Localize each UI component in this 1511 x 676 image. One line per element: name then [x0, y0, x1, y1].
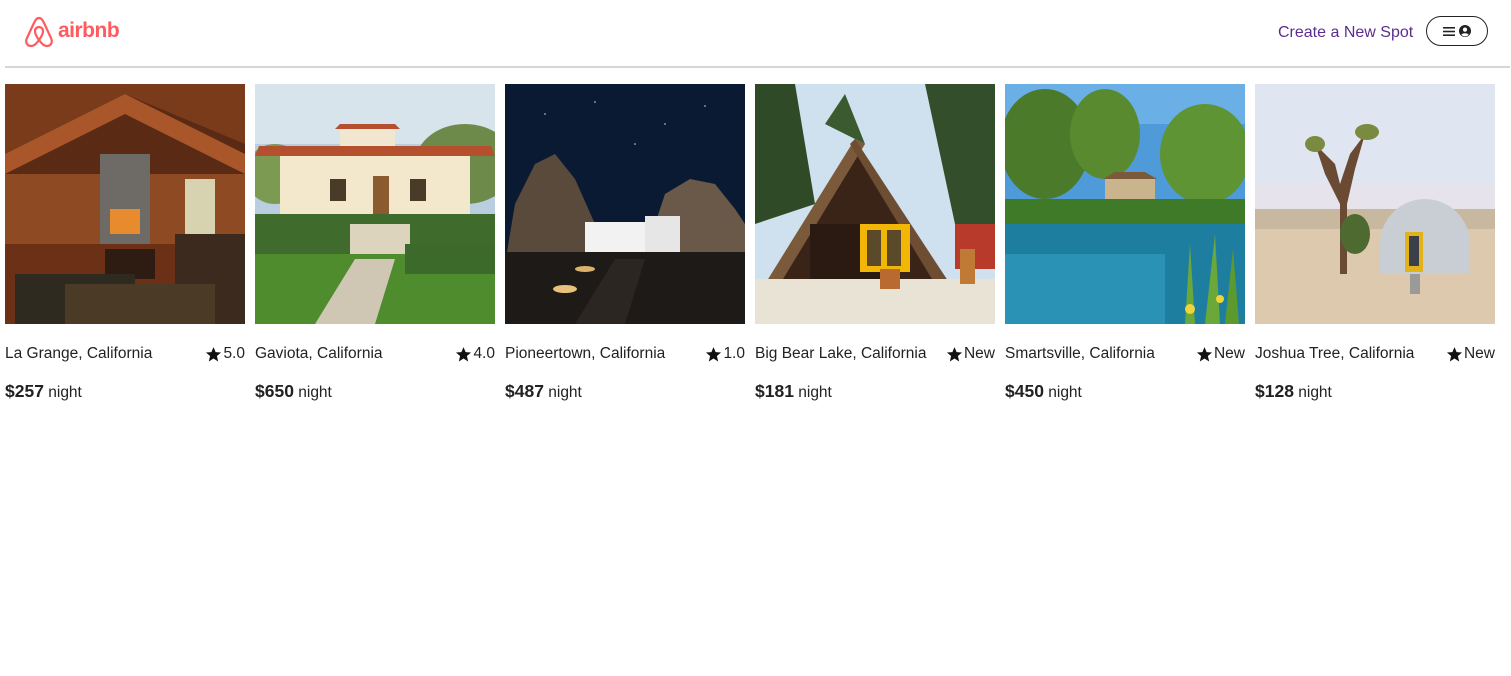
rating-value: New [963, 345, 995, 362]
spot-image[interactable] [5, 84, 245, 324]
spot-price: $650 [255, 381, 294, 401]
price-unit: night [48, 384, 82, 401]
star-icon [205, 346, 222, 363]
rating-value: 1.0 [723, 345, 745, 362]
spot-price: $128 [1255, 381, 1294, 401]
airbnb-logo-icon [24, 14, 54, 48]
spot-image[interactable] [505, 84, 745, 324]
spot-image[interactable] [255, 84, 495, 324]
spot-price: $450 [1005, 381, 1044, 401]
spot-location: La Grange, California [5, 345, 153, 362]
star-icon [1446, 346, 1463, 363]
spot-card[interactable]: La Grange, California 5.0 $257 night [5, 84, 245, 404]
rating-value: New [1213, 345, 1245, 362]
spot-rating: New [1196, 344, 1245, 364]
spot-price: $181 [755, 381, 794, 401]
logo-text: airbnb [58, 19, 120, 42]
profile-menu-button[interactable] [1426, 16, 1488, 46]
spot-card[interactable]: Big Bear Lake, California New $181 night [755, 84, 995, 404]
home-logo-link[interactable]: airbnb [24, 14, 120, 48]
price-row: $650 night [255, 380, 495, 404]
spot-location: Joshua Tree, California [1255, 345, 1415, 362]
star-icon [1196, 346, 1213, 363]
spot-price: $487 [505, 381, 544, 401]
spots-grid: La Grange, California 5.0 $257 night Gav… [5, 84, 1495, 404]
spot-location: Big Bear Lake, California [755, 345, 927, 362]
spot-image[interactable] [1255, 84, 1495, 324]
spot-rating: New [1446, 344, 1495, 364]
create-new-spot-link[interactable]: Create a New Spot [1278, 23, 1413, 43]
price-unit: night [548, 384, 582, 401]
price-unit: night [298, 384, 332, 401]
price-row: $257 night [5, 380, 245, 404]
star-icon [705, 346, 722, 363]
spot-card[interactable]: Joshua Tree, California New $128 night [1255, 84, 1495, 404]
hamburger-icon [1443, 26, 1455, 37]
price-unit: night [1298, 384, 1332, 401]
rating-value: New [1463, 345, 1495, 362]
rating-value: 4.0 [473, 345, 495, 362]
top-nav: airbnb Create a New Spot [0, 0, 1511, 68]
price-row: $128 night [1255, 380, 1495, 404]
star-icon [455, 346, 472, 363]
price-unit: night [1048, 384, 1082, 401]
spot-image[interactable] [755, 84, 995, 324]
user-circle-icon [1459, 25, 1471, 37]
price-row: $450 night [1005, 380, 1245, 404]
spot-rating: 4.0 [455, 344, 495, 364]
price-unit: night [798, 384, 832, 401]
price-row: $487 night [505, 380, 745, 404]
spot-location: Smartsville, California [1005, 345, 1155, 362]
price-row: $181 night [755, 380, 995, 404]
spot-location: Gaviota, California [255, 345, 383, 362]
header-divider [5, 66, 1510, 68]
spot-card[interactable]: Pioneertown, California 1.0 $487 night [505, 84, 745, 404]
spot-image[interactable] [1005, 84, 1245, 324]
spot-card[interactable]: Smartsville, California New $450 night [1005, 84, 1245, 404]
spot-rating: New [946, 344, 995, 364]
rating-value: 5.0 [223, 345, 245, 362]
spot-card[interactable]: Gaviota, California 4.0 $650 night [255, 84, 495, 404]
spot-rating: 5.0 [205, 344, 245, 364]
spot-location: Pioneertown, California [505, 345, 666, 362]
spot-price: $257 [5, 381, 44, 401]
star-icon [946, 346, 963, 363]
spot-rating: 1.0 [705, 344, 745, 364]
